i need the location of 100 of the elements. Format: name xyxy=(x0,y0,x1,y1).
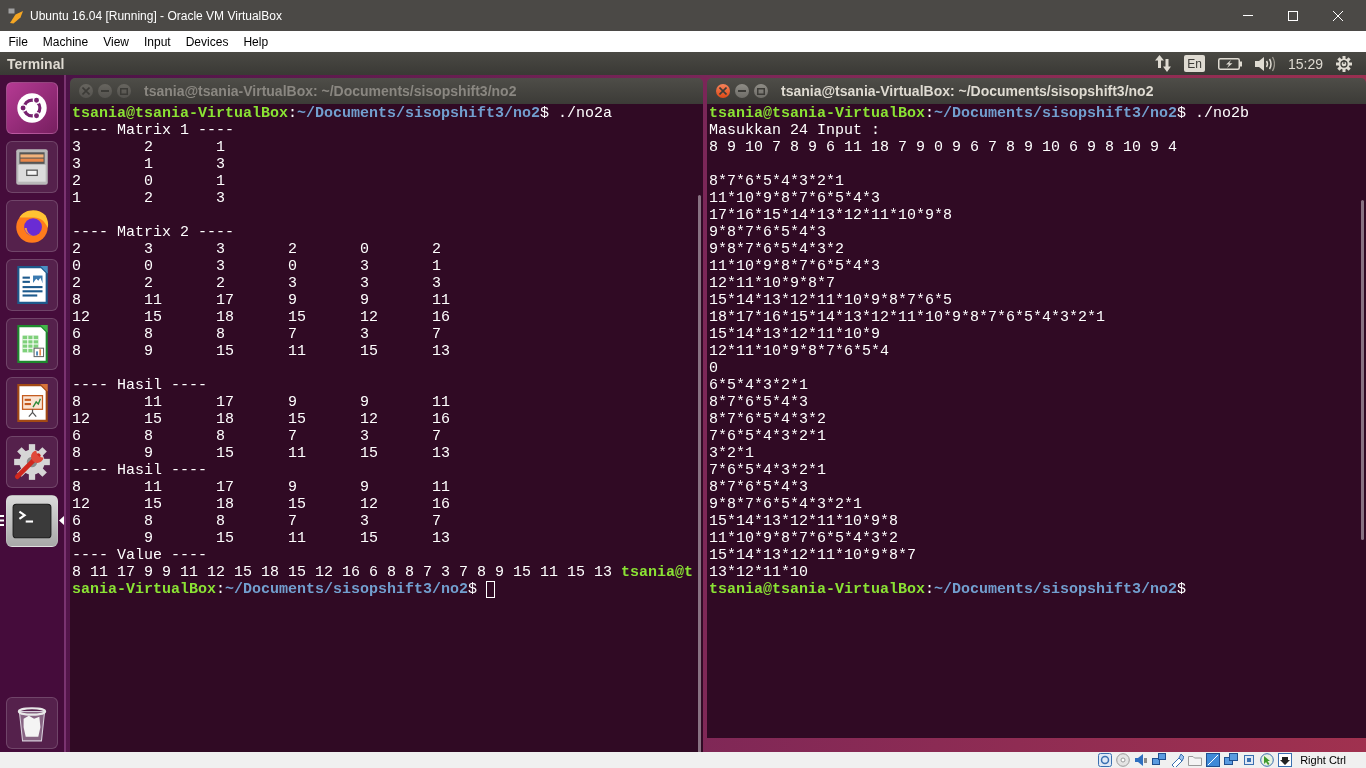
arrow-down-icon[interactable] xyxy=(1278,753,1293,767)
terminal-text: ---- Value ---- xyxy=(72,547,208,564)
minimize-icon xyxy=(738,90,746,92)
close-icon xyxy=(82,87,90,95)
terminal-text: $ ./no2a xyxy=(540,105,613,122)
terminal-text: 2 2 2 3 3 3 xyxy=(72,275,442,292)
terminal-text: 8 11 17 9 9 11 xyxy=(72,394,451,411)
launcher-button[interactable] xyxy=(6,82,58,134)
terminal-text: 8 9 15 11 15 13 xyxy=(72,530,451,547)
monitors-icon[interactable] xyxy=(1224,753,1239,767)
clock[interactable]: 15:29 xyxy=(1287,55,1323,72)
maximize-icon xyxy=(1287,10,1298,21)
battery-icon[interactable] xyxy=(1217,57,1242,70)
keyboard-layout-button[interactable]: En xyxy=(1184,55,1205,72)
window-title: Ubuntu 16.04 [Running] - Oracle VM VirtualBox xyxy=(30,8,282,23)
terminal-text: 11*10*9*8*7*6*5*4*3 xyxy=(709,190,881,207)
minimize-icon xyxy=(1242,15,1253,16)
scrollbar-thumb[interactable] xyxy=(1361,200,1364,540)
close-icon xyxy=(1332,10,1343,21)
menu-item[interactable]: View xyxy=(95,31,137,52)
terminal-text: 9*8*7*6*5*4*3*2 xyxy=(709,241,845,258)
prompt-user: tsania@tsania-VirtualBox xyxy=(72,105,289,122)
terminal-text: : xyxy=(925,105,935,122)
terminal-text: 8*7*6*5*4*3 xyxy=(709,394,809,411)
prompt-path: ~/Documents/sisopshift3/no2 xyxy=(934,105,1178,122)
terminal-text: 9*8*7*6*5*4*3*2*1 xyxy=(709,496,863,513)
minimize-button[interactable] xyxy=(735,84,749,98)
terminal-text: 6 8 8 7 3 7 xyxy=(72,428,442,445)
launcher-button[interactable] xyxy=(6,259,58,311)
terminal-text: 15*14*13*12*11*10*9*8*7*6*5 xyxy=(709,292,953,309)
terminal-text: 15*14*13*12*11*10*9*8 xyxy=(709,513,899,530)
launcher-button[interactable] xyxy=(6,141,58,193)
menu-item[interactable]: Devices xyxy=(178,31,236,52)
terminal-text: 6*5*4*3*2*1 xyxy=(709,377,809,394)
terminal-text: 12*11*10*9*8*7 xyxy=(709,275,836,292)
maximize-icon xyxy=(120,87,128,95)
terminal-text: 8*7*6*5*4*3*2 xyxy=(709,411,827,428)
terminal-text: 8 9 15 11 15 13 xyxy=(72,445,451,462)
terminal-text: 6 8 8 7 3 7 xyxy=(72,326,442,343)
terminal-text: : xyxy=(288,105,298,122)
terminal-text: 3*2*1 xyxy=(709,445,754,462)
menu-item[interactable]: Machine xyxy=(35,31,96,52)
terminal-text: 6 8 8 7 3 7 xyxy=(72,513,442,530)
prompt-user: tsania@tsania-VirtualBox xyxy=(709,581,926,598)
terminal-text: 2 3 3 2 0 2 xyxy=(72,241,442,258)
launcher-button[interactable] xyxy=(6,318,58,370)
disk-icon[interactable] xyxy=(1098,753,1113,767)
terminal-text: 0 xyxy=(709,360,718,377)
terminal-text: 12 15 18 15 12 16 xyxy=(72,411,451,428)
terminal-text: ---- Matrix 2 ---- xyxy=(72,224,235,241)
prompt-user: sania-VirtualBox xyxy=(72,581,217,598)
network-icon[interactable] xyxy=(1152,753,1167,767)
terminal-text: 15*14*13*12*11*10*9*8*7 xyxy=(709,547,917,564)
display-icon[interactable] xyxy=(1206,753,1221,767)
launcher-button[interactable] xyxy=(6,495,58,547)
terminal-text: ---- Matrix 1 ---- xyxy=(72,122,235,139)
terminal-text: 8*7*6*5*4*3*2*1 xyxy=(709,173,845,190)
terminal-text: 2 0 1 xyxy=(72,173,226,190)
close-icon xyxy=(719,87,727,95)
speaker-icon[interactable] xyxy=(1134,753,1149,767)
launcher-button[interactable] xyxy=(6,436,58,488)
prompt-path: ~/Documents/sisopshift3/no2 xyxy=(225,581,469,598)
terminal-text: 8 9 15 11 15 13 xyxy=(72,343,451,360)
launcher-button[interactable] xyxy=(6,697,58,749)
terminal-text: $ xyxy=(1177,581,1187,598)
menu-item[interactable]: Help xyxy=(235,31,276,52)
menu-item[interactable]: File xyxy=(1,31,36,52)
prompt-path: ~/Documents/sisopshift3/no2 xyxy=(934,581,1178,598)
terminal-text: ---- Hasil ---- xyxy=(72,462,208,479)
terminal-text: $ ./no2b xyxy=(1177,105,1250,122)
terminal-text: 7*6*5*4*3*2*1 xyxy=(709,428,827,445)
terminal-text: 8 9 10 7 8 9 6 11 18 7 9 0 9 6 7 8 9 10 6 9 8 10 9 4 xyxy=(709,139,1178,156)
terminal-text: 8 11 17 9 9 11 xyxy=(72,292,451,309)
menu-item[interactable]: Input xyxy=(136,31,179,52)
cursor-icon xyxy=(486,581,496,598)
prompt-user: tsania@t xyxy=(621,564,694,581)
chip-icon[interactable] xyxy=(1242,753,1257,767)
volume-icon[interactable] xyxy=(1254,55,1275,72)
terminal-text: Masukkan 24 Input : xyxy=(709,122,881,139)
terminal-text: 8*7*6*5*4*3 xyxy=(709,479,809,496)
launcher-button[interactable] xyxy=(6,200,58,252)
terminal-text: 12 15 18 15 12 16 xyxy=(72,309,451,326)
close-button[interactable] xyxy=(716,84,730,98)
terminal-text: 13*12*11*10 xyxy=(709,564,809,581)
terminal-text: 18*17*16*15*14*13*12*11*10*9*8*7*6*5*4*3*2*1 xyxy=(709,309,1106,326)
terminal-text: 1 2 3 xyxy=(72,190,226,207)
terminal-text: 9*8*7*6*5*4*3 xyxy=(709,224,827,241)
terminal-text: 17*16*15*14*13*12*11*10*9*8 xyxy=(709,207,953,224)
up-down-arrows-icon[interactable] xyxy=(1155,55,1172,72)
usb-icon[interactable] xyxy=(1170,753,1185,767)
launcher-button[interactable] xyxy=(6,377,58,429)
window-title: tsania@tsania-VirtualBox: ~/Documents/sisopshift3/no2 xyxy=(781,83,1154,99)
gear-icon[interactable] xyxy=(1336,55,1352,72)
scrollbar-thumb[interactable] xyxy=(698,195,701,752)
maximize-icon xyxy=(757,87,765,95)
terminal-text: : xyxy=(925,581,935,598)
terminal-text: 8 11 17 9 9 11 12 15 18 15 12 16 6 8 8 7 3 7 8 9 15 11 15 13 xyxy=(72,564,614,581)
settings-icon xyxy=(11,441,53,483)
terminal-text: : xyxy=(216,581,226,598)
terminal-text: ---- Hasil ---- xyxy=(72,377,208,394)
